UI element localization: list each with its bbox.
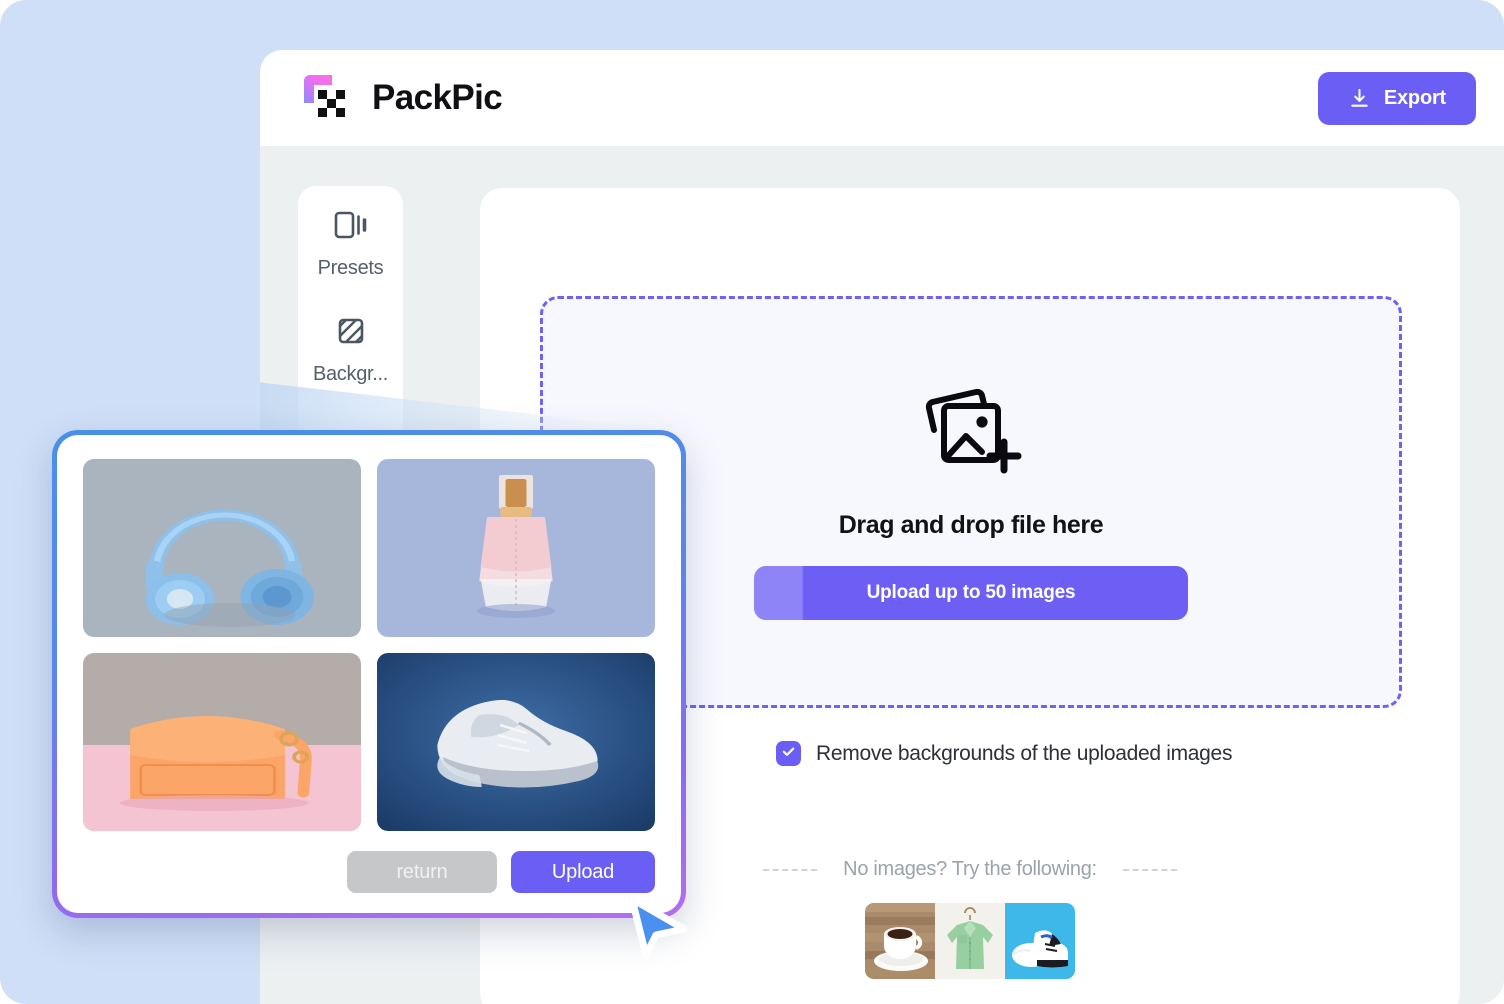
sidebar-item-background[interactable]: Backgr... (298, 314, 403, 386)
suggestions-header: No images? Try the following: (763, 858, 1177, 881)
sample-thumbnails (865, 903, 1075, 979)
coffee-cup-thumbnail[interactable] (865, 903, 935, 979)
green-shirt-thumbnail[interactable] (935, 903, 1005, 979)
sidebar-item-background-label: Backgr... (312, 363, 389, 385)
packpic-logo-icon (298, 70, 354, 126)
sidebar-item-presets-label: Presets (317, 257, 384, 279)
page-title: PackPic (372, 78, 503, 117)
download-icon (1348, 87, 1371, 110)
suggestions-text: No images? Try the following: (843, 858, 1097, 880)
image-picker-popup: return Upload (52, 430, 686, 918)
image-picker-body: return Upload (57, 435, 681, 913)
export-button-label: Export (1383, 86, 1446, 109)
remove-backgrounds-checkbox[interactable] (776, 741, 801, 766)
handbag-image[interactable] (83, 653, 361, 831)
export-button[interactable]: Export (1317, 71, 1476, 125)
dashed-line-right (1122, 868, 1177, 871)
screenshot-root: PackPic Export Presets Backgr... Drag an… (0, 0, 1504, 1004)
blue-sneaker-thumbnail[interactable] (1005, 903, 1075, 979)
add-photo-stack-icon (920, 384, 1022, 489)
remove-backgrounds-label: Remove backgrounds of the uploaded image… (816, 741, 1233, 765)
background-hatch-icon (334, 314, 368, 353)
popup-upload-button[interactable]: Upload (511, 851, 655, 893)
sneaker-image[interactable] (377, 653, 655, 831)
sidebar-item-presets[interactable]: Presets (298, 208, 403, 280)
dropzone-title: Drag and drop file here (838, 511, 1104, 539)
app-header: PackPic Export (260, 50, 1504, 146)
upload-images-button[interactable]: Upload up to 50 images (754, 566, 1188, 620)
popup-actions: return Upload (83, 851, 655, 893)
brand: PackPic (298, 70, 503, 126)
checkmark-icon (781, 744, 796, 764)
remove-backgrounds-row[interactable]: Remove backgrounds of the uploaded image… (776, 741, 1232, 766)
return-button[interactable]: return (347, 851, 497, 893)
dashed-line-left (763, 868, 818, 871)
presets-cards-icon (331, 208, 371, 247)
perfume-bottle-image[interactable] (377, 459, 655, 637)
image-grid (83, 459, 655, 831)
headphones-image[interactable] (83, 459, 361, 637)
